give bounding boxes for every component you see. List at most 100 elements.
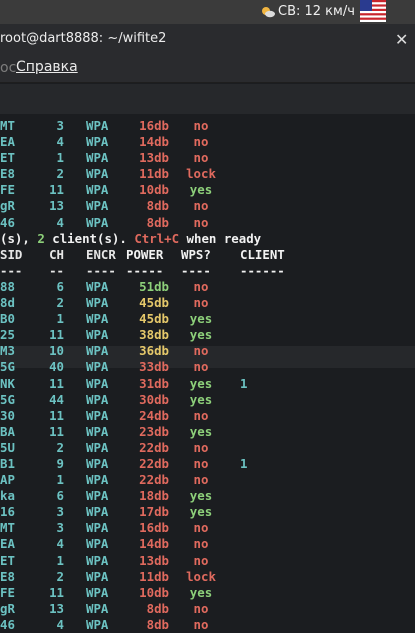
cell-encryption: WPA — [86, 455, 109, 471]
cell-encryption: WPA — [86, 439, 109, 455]
cell-channel: 10 — [49, 343, 64, 359]
menu-item-help[interactable]: Справка — [16, 59, 78, 75]
header-client: CLIENT — [240, 246, 285, 262]
cell-encryption: WPA — [86, 391, 109, 407]
cell-power: 18db — [139, 488, 169, 504]
us-flag-icon[interactable] — [360, 0, 386, 22]
cell-channel: 11 — [49, 584, 64, 600]
cell-power: 14db — [139, 134, 169, 150]
cell-essid: NK — [0, 375, 15, 391]
cell-power: 30db — [139, 391, 169, 407]
header-essid: SID — [0, 246, 23, 262]
cell-channel: 4 — [56, 214, 64, 230]
cell-channel: 11 — [49, 327, 64, 343]
cell-wps: no — [193, 439, 209, 455]
cell-channel: 6 — [56, 278, 64, 294]
cell-power: 8db — [146, 214, 169, 230]
table-row: 46 4 WPA 8db no — [0, 215, 415, 231]
cell-power: 8db — [146, 600, 169, 616]
table-row: E8 2 WPA 11db lock — [0, 569, 415, 585]
cell-channel: 6 — [56, 488, 64, 504]
cell-essid: 8d — [0, 295, 15, 311]
cell-power: 16db — [139, 520, 169, 536]
cell-power: 13db — [139, 552, 169, 568]
cell-wps: no — [193, 359, 209, 375]
table-row: ka 6 WPA 18db yes — [0, 488, 415, 504]
cell-power: 14db — [139, 536, 169, 552]
rule-wps: ---- — [181, 262, 211, 278]
cell-power: 10db — [139, 584, 169, 600]
table-row: EA 4 WPA 14db no — [0, 134, 415, 150]
cell-essid: AP — [0, 472, 15, 488]
cell-encryption: WPA — [86, 343, 109, 359]
cell-power: 51db — [139, 278, 169, 294]
cell-wps: no — [193, 278, 209, 294]
cell-encryption: WPA — [86, 600, 109, 616]
close-icon[interactable]: ✕ — [395, 30, 408, 49]
cell-channel: 3 — [56, 118, 64, 133]
cell-channel: 4 — [56, 616, 64, 632]
cell-channel: 40 — [49, 359, 64, 375]
table-row: M3 10 WPA 36db no — [0, 343, 415, 359]
table-row: NK 11 WPA 31db yes 1 — [0, 376, 415, 392]
cell-power: 10db — [139, 182, 169, 198]
underlay-band — [0, 84, 415, 114]
cell-essid: EA — [0, 536, 15, 552]
weather-status[interactable]: СВ: 12 км/ч — [278, 4, 355, 19]
header-channel: CH — [49, 246, 64, 262]
cell-encryption: WPA — [86, 616, 109, 632]
cell-power: 22db — [139, 472, 169, 488]
table-row: MT 3 WPA 16db no — [0, 118, 415, 134]
cell-essid: EA — [0, 134, 15, 150]
cell-encryption: WPA — [86, 118, 109, 133]
cell-essid: 46 — [0, 616, 15, 632]
cell-wps: yes — [189, 488, 213, 504]
key-hint: Ctrl+C — [134, 230, 180, 246]
cell-power: 8db — [146, 198, 169, 214]
cell-encryption: WPA — [86, 182, 109, 198]
cell-essid: E8 — [0, 568, 15, 584]
cell-power: 8db — [146, 616, 169, 632]
header-encryption: ENCR — [86, 246, 116, 262]
window-title: root@dart8888: ~/wifite2 — [0, 31, 167, 46]
cell-channel: 2 — [56, 439, 64, 455]
cell-encryption: WPA — [86, 488, 109, 504]
cell-power: 33db — [139, 359, 169, 375]
cell-power: 11db — [139, 166, 169, 182]
cell-channel: 2 — [56, 166, 64, 182]
cell-power: 22db — [139, 439, 169, 455]
cell-channel: 1 — [56, 150, 64, 166]
table-row: EA 4 WPA 14db no — [0, 536, 415, 552]
cell-wps: no — [193, 552, 209, 568]
rule-client: ------ — [240, 262, 285, 278]
scan-results-top: MT 3 WPA 16db no EA 4 WPA 14db no ET 1 WPA 13db no E8 2 W… — [0, 118, 415, 231]
cell-essid: ET — [0, 150, 15, 166]
cell-essid: FE — [0, 584, 15, 600]
cell-channel: 44 — [49, 391, 64, 407]
cell-encryption: WPA — [86, 568, 109, 584]
cell-essid: 16 — [0, 504, 15, 520]
table-row: BA 11 WPA 23db yes — [0, 424, 415, 440]
cell-essid: MT — [0, 118, 15, 133]
cell-channel: 13 — [49, 600, 64, 616]
cell-encryption: WPA — [86, 134, 109, 150]
cell-encryption: WPA — [86, 407, 109, 423]
cell-power: 16db — [139, 118, 169, 133]
menu-item-truncated[interactable]: ос — [0, 60, 16, 76]
cell-essid: gR — [0, 600, 15, 616]
cell-encryption: WPA — [86, 472, 109, 488]
cell-power: 24db — [139, 407, 169, 423]
table-row: 5G 40 WPA 33db no — [0, 359, 415, 375]
header-wps: WPS? — [181, 246, 211, 262]
cell-wps: yes — [189, 584, 213, 600]
weather-icon[interactable] — [260, 4, 276, 20]
cell-channel: 2 — [56, 295, 64, 311]
cell-wps: yes — [189, 375, 213, 391]
table-row: MT 3 WPA 16db no — [0, 520, 415, 536]
cell-channel: 4 — [56, 536, 64, 552]
table-header-rule: --- -- ---- ----- ---- ------ — [0, 263, 415, 279]
table-row: ET 1 WPA 13db no — [0, 553, 415, 569]
cell-power: 13db — [139, 150, 169, 166]
table-row: 16 3 WPA 17db yes — [0, 504, 415, 520]
status-mid: client(s). — [44, 230, 135, 246]
